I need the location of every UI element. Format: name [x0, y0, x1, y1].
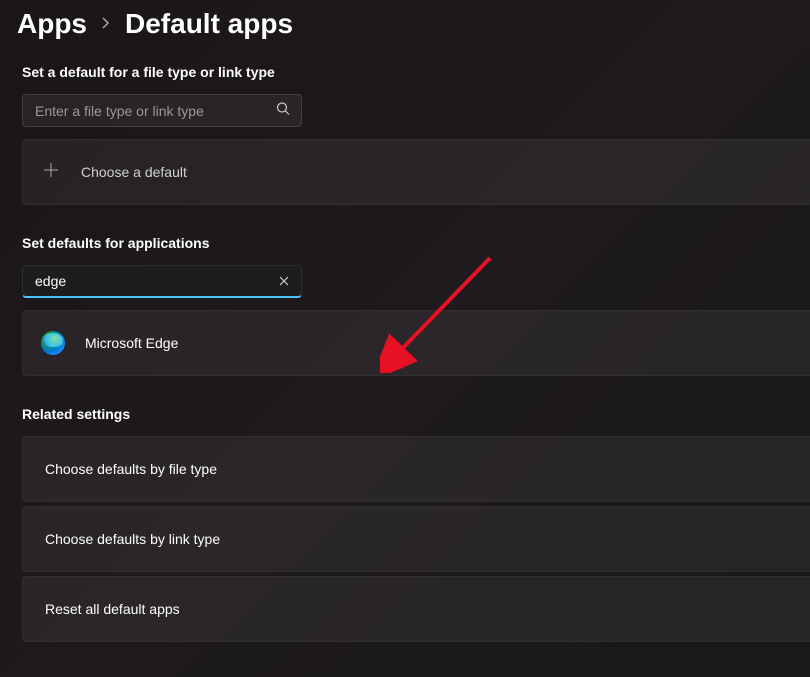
breadcrumb-current: Default apps [125, 8, 293, 40]
choose-default-button[interactable]: Choose a default [22, 139, 810, 205]
applications-search-box [22, 265, 302, 298]
app-result-label: Microsoft Edge [85, 335, 178, 351]
choose-default-label: Choose a default [81, 164, 187, 180]
edge-icon [41, 331, 65, 355]
app-result-microsoft-edge[interactable]: Microsoft Edge [22, 310, 810, 376]
setting-label: Choose defaults by file type [45, 461, 217, 477]
applications-search-input[interactable] [22, 265, 302, 298]
related-settings-label: Related settings [22, 406, 810, 422]
setting-label: Choose defaults by link type [45, 531, 220, 547]
setting-label: Reset all default apps [45, 601, 180, 617]
plus-icon [41, 161, 61, 184]
applications-section-label: Set defaults for applications [22, 235, 810, 251]
breadcrumb-parent[interactable]: Apps [17, 8, 87, 40]
filetype-search-input[interactable] [22, 94, 302, 127]
setting-choose-by-filetype[interactable]: Choose defaults by file type [22, 436, 810, 502]
setting-reset-defaults[interactable]: Reset all default apps [22, 576, 810, 642]
chevron-right-icon [101, 13, 111, 36]
setting-choose-by-linktype[interactable]: Choose defaults by link type [22, 506, 810, 572]
breadcrumb: Apps Default apps [17, 8, 810, 40]
clear-icon[interactable] [278, 274, 290, 290]
filetype-search-box [22, 94, 302, 127]
filetype-section-label: Set a default for a file type or link ty… [22, 64, 810, 80]
